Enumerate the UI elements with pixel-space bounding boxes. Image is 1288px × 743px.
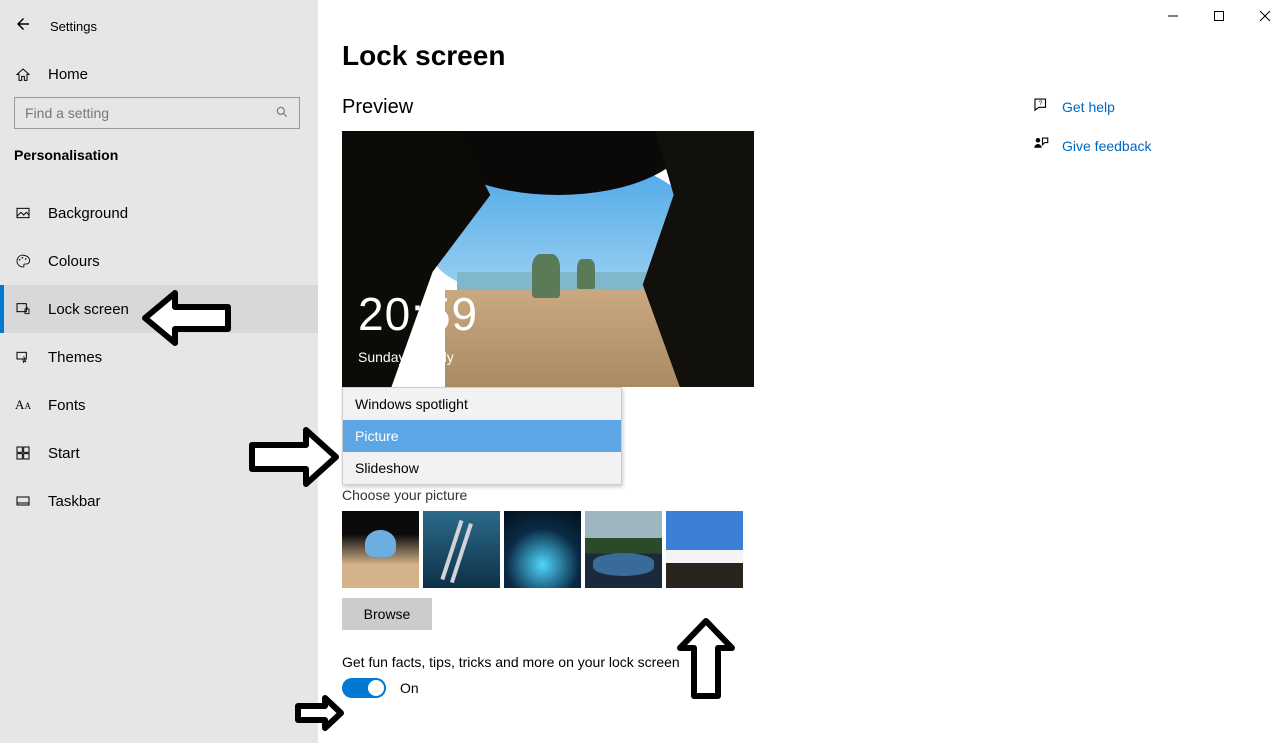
annotation-arrow-up (674, 616, 738, 702)
window-title: Settings (50, 19, 97, 34)
fonts-icon: AA (14, 397, 32, 413)
svg-text:?: ? (1039, 100, 1043, 107)
section-label: Personalisation (0, 143, 318, 171)
sidebar: Settings Home Find a setting Personalisa… (0, 0, 318, 743)
home-icon (14, 67, 32, 83)
feedback-label: Give feedback (1062, 138, 1152, 154)
sidebar-item-fonts[interactable]: AA Fonts (0, 381, 318, 429)
fun-facts-toggle[interactable] (342, 678, 386, 698)
close-button[interactable] (1242, 0, 1288, 32)
dropdown-option-spotlight[interactable]: Windows spotlight (343, 388, 621, 420)
sidebar-home[interactable]: Home (0, 52, 318, 83)
maximize-button[interactable] (1196, 0, 1242, 32)
give-feedback-link[interactable]: Give feedback (1032, 135, 1252, 156)
annotation-arrow-left-1 (140, 287, 235, 349)
search-input[interactable]: Find a setting (14, 97, 300, 129)
main-content: Lock screen Preview 20:59 Sunday 26 July… (318, 0, 1288, 743)
get-help-link[interactable]: ? Get help (1032, 96, 1252, 117)
themes-icon (14, 349, 32, 365)
sidebar-item-background[interactable]: Background (0, 189, 318, 237)
minimize-button[interactable] (1150, 0, 1196, 32)
palette-icon (14, 253, 32, 269)
sidebar-item-label: Background (48, 205, 128, 222)
preview-time: 20:59 (358, 287, 478, 341)
page-title: Lock screen (342, 40, 1288, 72)
picture-icon (14, 205, 32, 221)
window-controls (1150, 0, 1288, 32)
picture-thumb-4[interactable] (585, 511, 662, 588)
sidebar-item-label: Fonts (48, 397, 86, 414)
feedback-icon (1032, 135, 1050, 156)
picture-thumb-5[interactable] (666, 511, 743, 588)
help-label: Get help (1062, 99, 1115, 115)
annotation-arrow-right-2 (293, 694, 345, 732)
dropdown-option-picture[interactable]: Picture (343, 420, 621, 452)
background-dropdown-open[interactable]: Windows spotlight Picture Slideshow (342, 387, 622, 485)
sidebar-item-label: Colours (48, 253, 100, 270)
picture-thumb-1[interactable] (342, 511, 419, 588)
search-icon (275, 105, 289, 122)
choose-picture-label: Choose your picture (342, 487, 1288, 503)
picture-thumbnails (342, 511, 1288, 588)
annotation-arrow-right-1 (246, 424, 341, 490)
help-icon: ? (1032, 96, 1050, 117)
settings-window: Settings Home Find a setting Personalisa… (0, 0, 1288, 743)
picture-thumb-2[interactable] (423, 511, 500, 588)
sidebar-item-colours[interactable]: Colours (0, 237, 318, 285)
sidebar-item-label: Themes (48, 349, 102, 366)
browse-button[interactable]: Browse (342, 598, 432, 630)
home-label: Home (48, 66, 88, 83)
sidebar-item-label: Taskbar (48, 493, 101, 510)
search-placeholder: Find a setting (25, 105, 109, 121)
sidebar-item-label: Start (48, 445, 80, 462)
sidebar-item-label: Lock screen (48, 301, 129, 318)
taskbar-icon (14, 493, 32, 509)
back-button[interactable] (14, 15, 32, 38)
help-panel: ? Get help Give feedback (1032, 96, 1252, 174)
lock-screen-icon (14, 301, 32, 317)
preview-date: Sunday 26 July (358, 349, 454, 365)
start-icon (14, 445, 32, 461)
lock-screen-preview: 20:59 Sunday 26 July (342, 131, 754, 387)
dropdown-option-slideshow[interactable]: Slideshow (343, 452, 621, 484)
picture-thumb-3[interactable] (504, 511, 581, 588)
toggle-state-label: On (400, 680, 419, 696)
